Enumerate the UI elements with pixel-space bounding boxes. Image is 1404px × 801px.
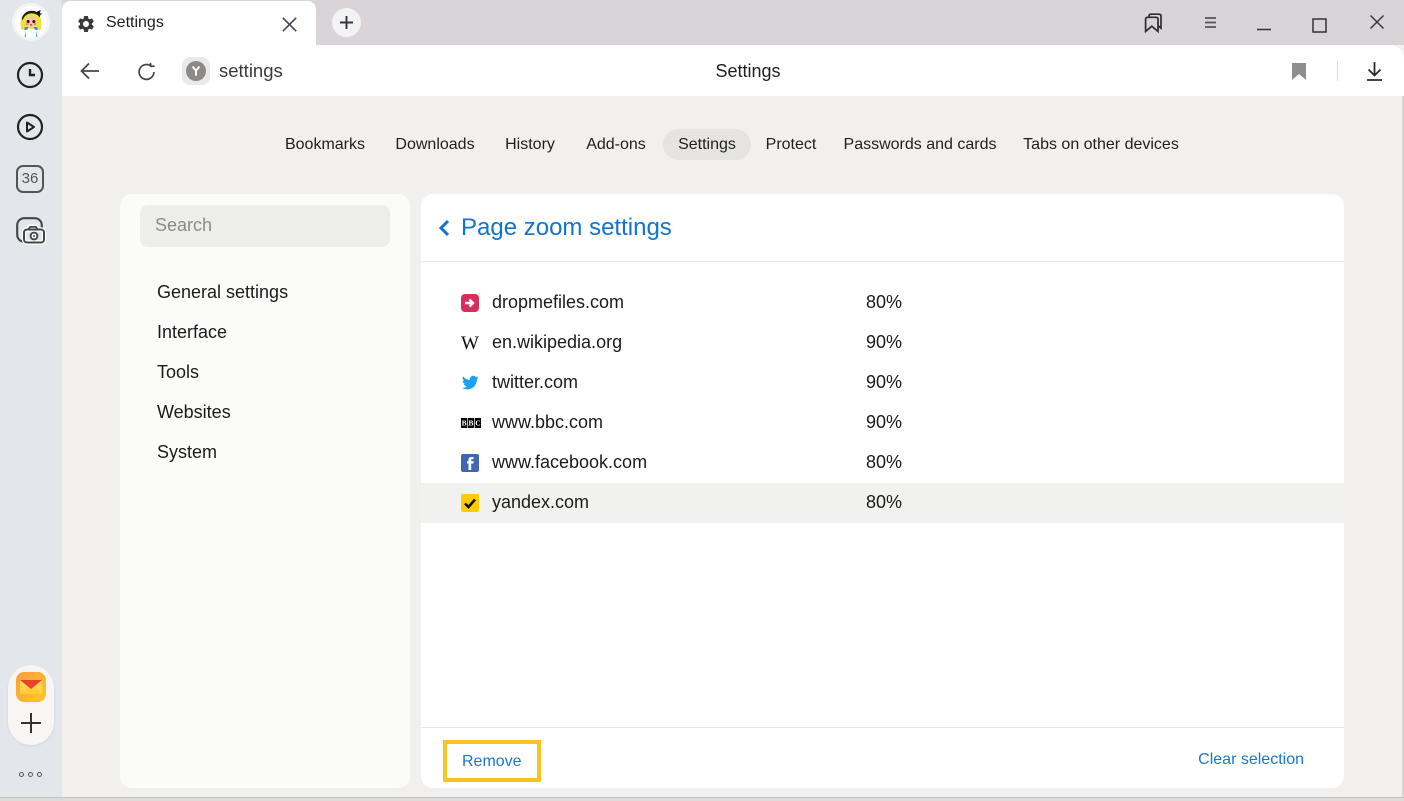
svg-text:B: B — [462, 419, 467, 428]
svg-text:W: W — [461, 334, 479, 352]
svg-text:C: C — [475, 419, 480, 428]
svg-text:B: B — [468, 419, 473, 428]
